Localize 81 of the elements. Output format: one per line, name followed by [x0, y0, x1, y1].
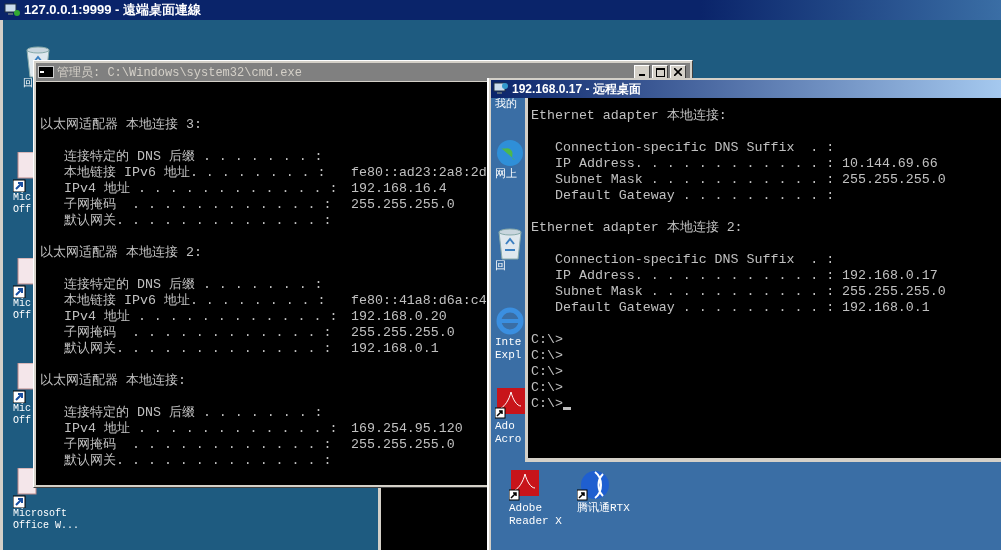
- console-heading: 以太网适配器 本地连接 2:: [40, 245, 202, 261]
- command-prompt: C:\>: [531, 348, 563, 364]
- desktop-icon-label[interactable]: 回: [23, 78, 33, 90]
- close-button[interactable]: [670, 65, 686, 79]
- console-field-label: IPv4 地址 . . . . . . . . . . . . :: [64, 181, 339, 197]
- console-heading: Ethernet adapter 本地连接 2:: [531, 220, 743, 236]
- console-field-label: 默认网关. . . . . . . . . . . . . :: [64, 453, 333, 469]
- desktop-icon-label[interactable]: 网上: [495, 168, 517, 181]
- desktop-icon-label[interactable]: Office W...: [13, 520, 79, 532]
- console-field-value: 192.168.0.1: [842, 300, 930, 316]
- messenger-shortcut-icon: [577, 470, 611, 502]
- console-field-value: 255.255.255.0: [842, 284, 946, 300]
- desktop-icon-label[interactable]: 腾讯通RTX: [577, 502, 630, 515]
- desktop-icon-label[interactable]: Inte: [495, 336, 522, 349]
- command-prompt: C:\>: [531, 396, 563, 412]
- console-field-label: 本地链接 IPv6 地址. . . . . . . . :: [64, 293, 327, 309]
- browser-icon: [495, 306, 525, 336]
- console-field-label: 子网掩码 . . . . . . . . . . . . :: [64, 437, 333, 453]
- window-title: 127.0.0.1:9999 - 遠端桌面連線: [24, 1, 202, 19]
- console-field-label: Default Gateway . . . . . . . . . :: [555, 300, 836, 316]
- desktop-icon-label[interactable]: Mic: [13, 192, 31, 204]
- desktop-icon-label[interactable]: Mic: [13, 403, 31, 415]
- console-field-label: 默认网关. . . . . . . . . . . . . :: [64, 341, 333, 357]
- pdf-shortcut-icon: [509, 470, 541, 502]
- console-field-label: Connection-specific DNS Suffix . :: [555, 140, 836, 156]
- console-field-label: IPv4 地址 . . . . . . . . . . . . :: [64, 421, 339, 437]
- console-field-value: 10.144.69.66: [842, 156, 938, 172]
- command-prompt: C:\>: [531, 380, 563, 396]
- minimize-button[interactable]: [634, 65, 650, 79]
- console-field-value: 255.255.255.0: [351, 325, 455, 341]
- desktop-icon-label[interactable]: Off: [13, 310, 31, 322]
- console-field-value: 192.168.0.1: [351, 341, 439, 357]
- console-icon: [38, 66, 54, 78]
- maximize-icon: [655, 67, 665, 77]
- window-title: 192.168.0.17 - 远程桌面: [512, 80, 641, 98]
- desktop-icon-label[interactable]: 我的: [495, 98, 517, 111]
- console-field-label: 连接特定的 DNS 后缀 . . . . . . . :: [64, 149, 324, 165]
- console-field-label: 子网掩码 . . . . . . . . . . . . :: [64, 197, 333, 213]
- desktop-icon-label[interactable]: Adobe: [509, 502, 542, 515]
- console-field-label: 默认网关. . . . . . . . . . . . . :: [64, 213, 333, 229]
- desktop-icon-label[interactable]: Expl: [495, 349, 522, 362]
- console-field-value: fe80::41a8:d6a:c4: [351, 293, 487, 309]
- console-field-label: IP Address. . . . . . . . . . . . :: [555, 156, 836, 172]
- desktop-icon-label[interactable]: Acro: [495, 433, 522, 446]
- command-prompt: C:\>: [531, 332, 563, 348]
- console-field-label: Default Gateway . . . . . . . . . :: [555, 188, 836, 204]
- desktop-icon-label[interactable]: Ado: [495, 420, 515, 433]
- console-field-label: Subnet Mask . . . . . . . . . . . :: [555, 172, 836, 188]
- console-field-label: 连接特定的 DNS 后缀 . . . . . . . :: [64, 405, 324, 421]
- globe-icon: [495, 138, 525, 168]
- console-field-value: 255.255.255.0: [351, 437, 455, 453]
- remote-desktop-icon: [493, 82, 509, 96]
- console-heading: 以太网适配器 本地连接 3:: [40, 117, 202, 133]
- recycle-bin-icon: [495, 226, 525, 260]
- console-field-value: fe80::ad23:2a8:2d: [351, 165, 487, 181]
- remote-desktop-icon: [4, 3, 20, 17]
- maximize-button[interactable]: [652, 65, 668, 79]
- console-field-value: 255.255.255.0: [351, 197, 455, 213]
- console-field-label: 本地链接 IPv6 地址. . . . . . . . :: [64, 165, 327, 181]
- desktop-icon-label[interactable]: Reader X: [509, 515, 562, 528]
- console-field-label: Subnet Mask . . . . . . . . . . . :: [555, 284, 836, 300]
- desktop-icon-label[interactable]: Off: [13, 204, 31, 216]
- console-field-label: 子网掩码 . . . . . . . . . . . . :: [64, 325, 333, 341]
- command-prompt: C:\>: [531, 364, 563, 380]
- console-field-value: 169.254.95.120: [351, 421, 463, 437]
- desktop-icon-label[interactable]: Mic: [13, 298, 31, 310]
- console-heading: 以太网适配器 本地连接:: [40, 373, 186, 389]
- console-field-label: 连接特定的 DNS 后缀 . . . . . . . :: [64, 277, 324, 293]
- desktop-icon-label[interactable]: Microsoft: [13, 508, 67, 520]
- console-field-value: 255.255.255.0: [842, 172, 946, 188]
- console-field-label: IPv4 地址 . . . . . . . . . . . . :: [64, 309, 339, 325]
- close-icon: [674, 68, 682, 76]
- console-field-value: 192.168.0.17: [842, 268, 938, 284]
- console-field-label: IP Address. . . . . . . . . . . . :: [555, 268, 836, 284]
- console-field-value: 192.168.0.20: [351, 309, 447, 325]
- window-title: 管理员: C:\Windows\system32\cmd.exe: [57, 64, 303, 81]
- console-field-value: 192.168.16.4: [351, 181, 447, 197]
- console-field-label: Connection-specific DNS Suffix . :: [555, 252, 836, 268]
- desktop-icon-label[interactable]: Off: [13, 415, 31, 427]
- console-heading: Ethernet adapter 本地连接:: [531, 108, 727, 124]
- desktop-icon-label[interactable]: 回: [495, 260, 506, 273]
